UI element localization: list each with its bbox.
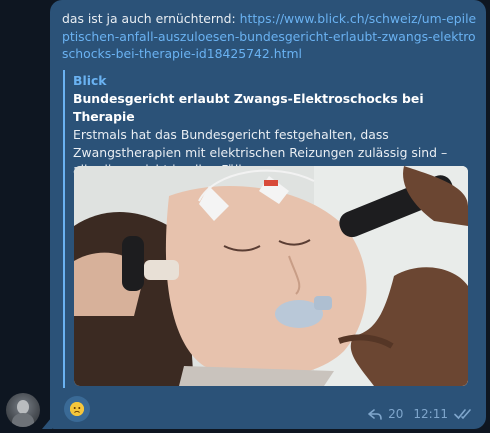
preview-title: Bundesgericht erlaubt Zwangs-Elektroscho…: [73, 91, 424, 124]
preview-photo-illustration: [74, 166, 468, 386]
message-time: 12:11: [413, 407, 448, 421]
replies-count[interactable]: 20: [388, 407, 403, 421]
link-preview[interactable]: Blick Bundesgericht erlaubt Zwangs-Elekt…: [63, 70, 484, 388]
message-text-prefix: das ist ja auch ernüchternd:: [62, 11, 240, 26]
preview-image[interactable]: [74, 166, 468, 386]
message-meta: 20 12:11: [368, 405, 474, 423]
preview-site-name: Blick: [73, 73, 107, 88]
reaction-badge[interactable]: [64, 396, 90, 422]
sender-avatar[interactable]: [6, 393, 40, 427]
double-check-icon: [454, 408, 474, 420]
avatar-body: [12, 413, 34, 427]
worried-face-icon: [70, 402, 84, 416]
message-bubble[interactable]: das ist ja auch ernüchternd: https://www…: [50, 0, 486, 429]
message-text: das ist ja auch ernüchternd: https://www…: [62, 10, 477, 63]
avatar-head: [17, 400, 29, 414]
reply-icon[interactable]: [368, 408, 382, 420]
